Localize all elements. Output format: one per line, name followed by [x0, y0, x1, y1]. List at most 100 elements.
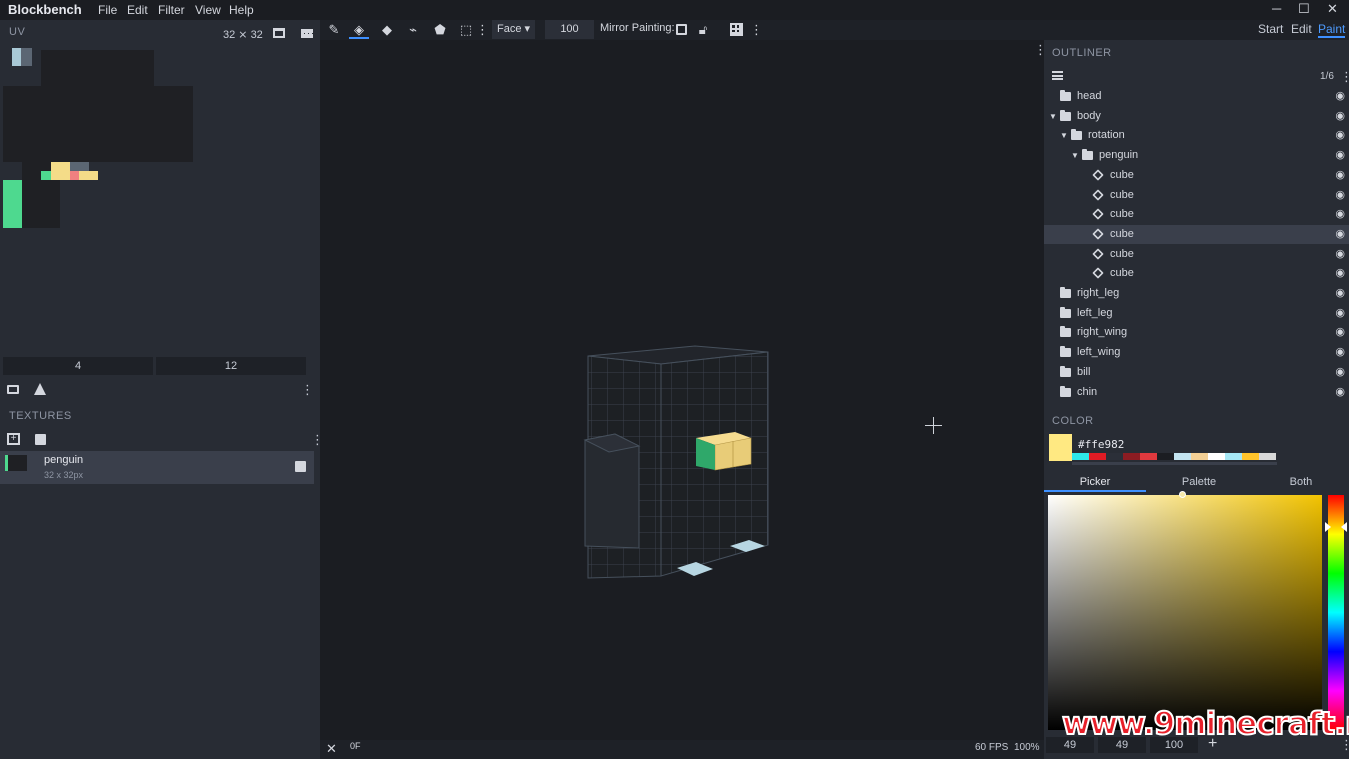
- expand-caret-icon[interactable]: ▼: [1049, 107, 1057, 126]
- outliner-list-icon[interactable]: [1052, 71, 1063, 80]
- outliner-item[interactable]: cube ◉: [1044, 186, 1349, 205]
- menu-help[interactable]: Help: [229, 3, 254, 17]
- visibility-eye-icon[interactable]: ◉: [1335, 323, 1345, 342]
- color-hex-value[interactable]: #ffe982: [1078, 438, 1124, 451]
- brush-size-field[interactable]: 100: [545, 20, 594, 39]
- mirror-painting-checkbox[interactable]: [676, 24, 687, 35]
- outliner-item[interactable]: ▼ body ◉: [1044, 107, 1349, 126]
- lock-icon[interactable]: 🔓︎: [693, 20, 713, 39]
- visibility-eye-icon[interactable]: ◉: [1335, 126, 1345, 145]
- visibility-eye-icon[interactable]: ◉: [1335, 166, 1345, 185]
- outliner-item[interactable]: bill ◉: [1044, 363, 1349, 382]
- outliner-item[interactable]: ▼ rotation ◉: [1044, 126, 1349, 145]
- saturation-value-picker[interactable]: [1048, 495, 1322, 730]
- visibility-eye-icon[interactable]: ◉: [1335, 363, 1345, 382]
- outliner-item[interactable]: left_wing ◉: [1044, 343, 1349, 362]
- visibility-eye-icon[interactable]: ◉: [1335, 107, 1345, 126]
- eraser-icon[interactable]: ◆: [377, 20, 397, 39]
- outliner-item[interactable]: chin ◉: [1044, 383, 1349, 402]
- expand-caret-icon[interactable]: ▼: [1071, 146, 1079, 165]
- visibility-eye-icon[interactable]: ◉: [1335, 205, 1345, 224]
- mode-start[interactable]: Start: [1258, 22, 1283, 36]
- fill-bucket-icon[interactable]: ◈: [349, 20, 369, 39]
- color-swatch[interactable]: [1174, 453, 1191, 460]
- outliner-item[interactable]: cube ◉: [1044, 225, 1349, 244]
- color-swatch[interactable]: [1208, 453, 1225, 460]
- uv-mode-icon[interactable]: [7, 385, 19, 394]
- maximize-icon[interactable]: ☐: [1298, 1, 1310, 17]
- toolbar-more-icon-2[interactable]: ⋮: [750, 20, 763, 39]
- uv-field-x[interactable]: 4: [3, 357, 153, 375]
- save-texture-icon[interactable]: [295, 461, 306, 472]
- swatch-scrollbar[interactable]: [1072, 462, 1277, 465]
- current-color-swatch[interactable]: [1049, 434, 1072, 461]
- color-swatch[interactable]: [1191, 453, 1208, 460]
- visibility-eye-icon[interactable]: ◉: [1335, 383, 1345, 402]
- color-swatch[interactable]: [1259, 453, 1276, 460]
- hue-handle-right[interactable]: [1341, 522, 1347, 532]
- uv-size-label: 32 ⨯ 32: [223, 29, 263, 41]
- mode-paint[interactable]: Paint: [1318, 22, 1346, 38]
- keyframe-icon[interactable]: 0F: [350, 741, 361, 751]
- color-swatch[interactable]: [1157, 453, 1174, 460]
- mode-edit[interactable]: Edit: [1291, 22, 1312, 36]
- outliner-item[interactable]: ▼ penguin ◉: [1044, 146, 1349, 165]
- cube-icon: [1092, 169, 1104, 181]
- color-swatch[interactable]: [1140, 453, 1157, 460]
- outliner-item-label: chin: [1077, 386, 1098, 398]
- uv-transform-icon[interactable]: [34, 383, 46, 395]
- grid-icon[interactable]: [730, 23, 743, 36]
- color-swatch[interactable]: [1072, 453, 1089, 460]
- color-swatch[interactable]: [1123, 453, 1140, 460]
- shapes-icon[interactable]: ⬟: [430, 20, 450, 39]
- hue-handle-left[interactable]: [1325, 522, 1331, 532]
- outliner-item[interactable]: right_leg ◉: [1044, 284, 1349, 303]
- outliner-item[interactable]: cube ◉: [1044, 245, 1349, 264]
- face-select-dropdown[interactable]: Face ▾: [492, 20, 535, 39]
- uv-grid-icon[interactable]: [301, 29, 313, 38]
- close-window-icon[interactable]: ✕: [1327, 1, 1338, 17]
- visibility-eye-icon[interactable]: ◉: [1335, 87, 1345, 106]
- brush-icon[interactable]: ✎: [324, 20, 344, 39]
- visibility-eye-icon[interactable]: ◉: [1335, 245, 1345, 264]
- eyedropper-icon[interactable]: ⌁: [403, 20, 423, 39]
- toolbar-more-icon[interactable]: ⋮: [476, 20, 489, 39]
- uv-field-y[interactable]: 12: [156, 357, 306, 375]
- uv-more-icon[interactable]: ⋮: [301, 382, 314, 398]
- menu-edit[interactable]: Edit: [127, 3, 148, 17]
- color-swatch[interactable]: [1089, 453, 1106, 460]
- tab-picker[interactable]: Picker: [1044, 473, 1146, 492]
- close-icon[interactable]: ✕: [326, 741, 337, 757]
- expand-caret-icon[interactable]: ▼: [1060, 126, 1068, 145]
- visibility-eye-icon[interactable]: ◉: [1335, 146, 1345, 165]
- import-texture-icon[interactable]: +: [7, 433, 20, 445]
- tab-palette[interactable]: Palette: [1148, 473, 1250, 492]
- create-texture-icon[interactable]: [35, 434, 46, 445]
- penguin-model[interactable]: [575, 340, 780, 585]
- outliner-item[interactable]: head ◉: [1044, 87, 1349, 106]
- outliner-item[interactable]: cube ◉: [1044, 166, 1349, 185]
- menu-file[interactable]: File: [98, 3, 117, 17]
- visibility-eye-icon[interactable]: ◉: [1335, 343, 1345, 362]
- minimize-icon[interactable]: ─: [1272, 1, 1281, 16]
- uv-editor-canvas[interactable]: [0, 44, 318, 354]
- outliner-item[interactable]: cube ◉: [1044, 205, 1349, 224]
- outliner-item[interactable]: cube ◉: [1044, 264, 1349, 283]
- outliner-item[interactable]: left_leg ◉: [1044, 304, 1349, 323]
- visibility-eye-icon[interactable]: ◉: [1335, 225, 1345, 244]
- uv-fullscreen-icon[interactable]: [273, 28, 285, 38]
- tab-both[interactable]: Both: [1250, 473, 1349, 492]
- visibility-eye-icon[interactable]: ◉: [1335, 186, 1345, 205]
- outliner-more-icon[interactable]: ⋮: [1340, 69, 1349, 85]
- menu-view[interactable]: View: [195, 3, 221, 17]
- visibility-eye-icon[interactable]: ◉: [1335, 304, 1345, 323]
- visibility-eye-icon[interactable]: ◉: [1335, 284, 1345, 303]
- selection-icon[interactable]: ⬚: [456, 20, 476, 39]
- color-swatch[interactable]: [1225, 453, 1242, 460]
- visibility-eye-icon[interactable]: ◉: [1335, 264, 1345, 283]
- menu-filter[interactable]: Filter: [158, 3, 185, 17]
- picker-handle[interactable]: [1179, 491, 1186, 498]
- outliner-item[interactable]: right_wing ◉: [1044, 323, 1349, 342]
- color-swatch[interactable]: [1242, 453, 1259, 460]
- color-swatch[interactable]: [1106, 453, 1123, 460]
